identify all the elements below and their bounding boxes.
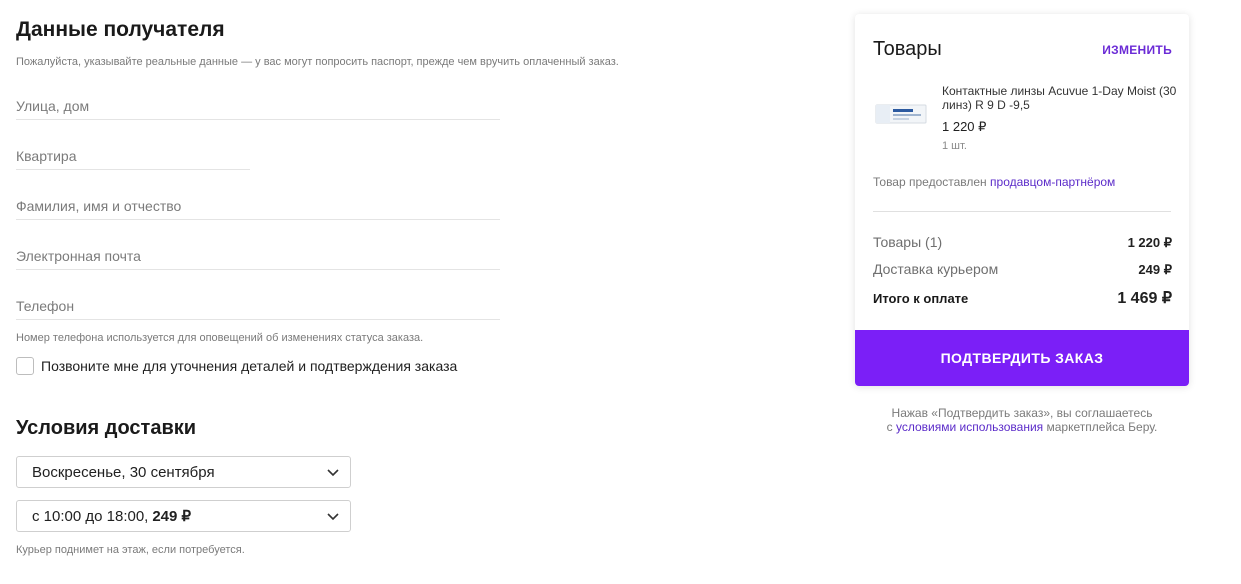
terms-link[interactable]: условиями использования [896,420,1043,434]
product-image[interactable] [875,103,927,125]
edit-cart-link[interactable]: ИЗМЕНИТЬ [1102,43,1172,57]
delivery-date-select[interactable]: Воскресенье, 30 сентября [16,456,351,488]
total-row: Итого к оплате 1 469 ₽ [873,288,1172,308]
delivery-label: Доставка курьером [873,261,999,277]
summary-divider [873,211,1171,212]
delivery-row: Доставка курьером 249 ₽ [873,261,1172,278]
seller-info: Товар предоставлен продавцом-партнёром [873,175,1115,189]
name-input[interactable] [16,190,500,219]
delivery-time-price: 249 ₽ [152,508,192,525]
delivery-title: Условия доставки [16,417,197,439]
goods-value: 1 220 ₽ [1127,235,1172,250]
total-label: Итого к оплате [873,291,969,306]
delivery-time-select[interactable]: с 10:00 до 18:00, 249 ₽ [16,500,351,532]
delivery-date-value: Воскресенье, 30 сентября [32,463,215,481]
confirm-order-button[interactable]: ПОДТВЕРДИТЬ ЗАКАЗ [855,330,1189,386]
chevron-down-icon [327,469,339,477]
street-field[interactable] [16,90,500,120]
callback-checkbox[interactable] [16,357,34,375]
product-quantity: 1 шт. [942,140,967,152]
recipient-notice: Пожалуйста, указывайте реальные данные —… [16,56,619,68]
seller-link[interactable]: продавцом-партнёром [990,175,1115,189]
recipient-title: Данные получателя [16,18,225,41]
phone-hint: Номер телефона используется для оповещен… [16,332,424,344]
callback-checkbox-row[interactable]: Позвоните мне для уточнения деталей и по… [16,357,457,375]
product-price: 1 220 ₽ [942,119,987,134]
total-value: 1 469 ₽ [1117,290,1172,307]
delivery-time-value: с 10:00 до 18:00, [32,507,149,525]
apartment-input[interactable] [16,140,250,169]
seller-prefix: Товар предоставлен [873,175,987,189]
order-summary-card: Товары ИЗМЕНИТЬ Контактные линзы Acuvue … [855,14,1189,386]
phone-field[interactable] [16,290,500,320]
courier-note: Курьер поднимет на этаж, если потребуетс… [16,544,245,556]
email-field[interactable] [16,240,500,270]
callback-label[interactable]: Позвоните мне для уточнения деталей и по… [41,358,457,374]
phone-input[interactable] [16,290,500,319]
legal-notice: Нажав «Подтвердить заказ», вы соглашаете… [855,406,1189,434]
email-input[interactable] [16,240,500,269]
goods-row: Товары (1) 1 220 ₽ [873,234,1172,251]
legal-prefix: с [886,420,893,434]
delivery-value: 249 ₽ [1138,262,1172,277]
street-input[interactable] [16,90,500,119]
summary-title: Товары [873,38,942,60]
legal-suffix: маркетплейса Беру. [1046,420,1158,434]
chevron-down-icon [327,513,339,521]
goods-label: Товары (1) [873,234,943,250]
product-name[interactable]: Контактные линзы Acuvue 1-Day Moist (30 … [942,84,1178,112]
apartment-field[interactable] [16,140,250,170]
name-field[interactable] [16,190,500,220]
legal-line1: Нажав «Подтвердить заказ», вы соглашаете… [891,406,1153,420]
